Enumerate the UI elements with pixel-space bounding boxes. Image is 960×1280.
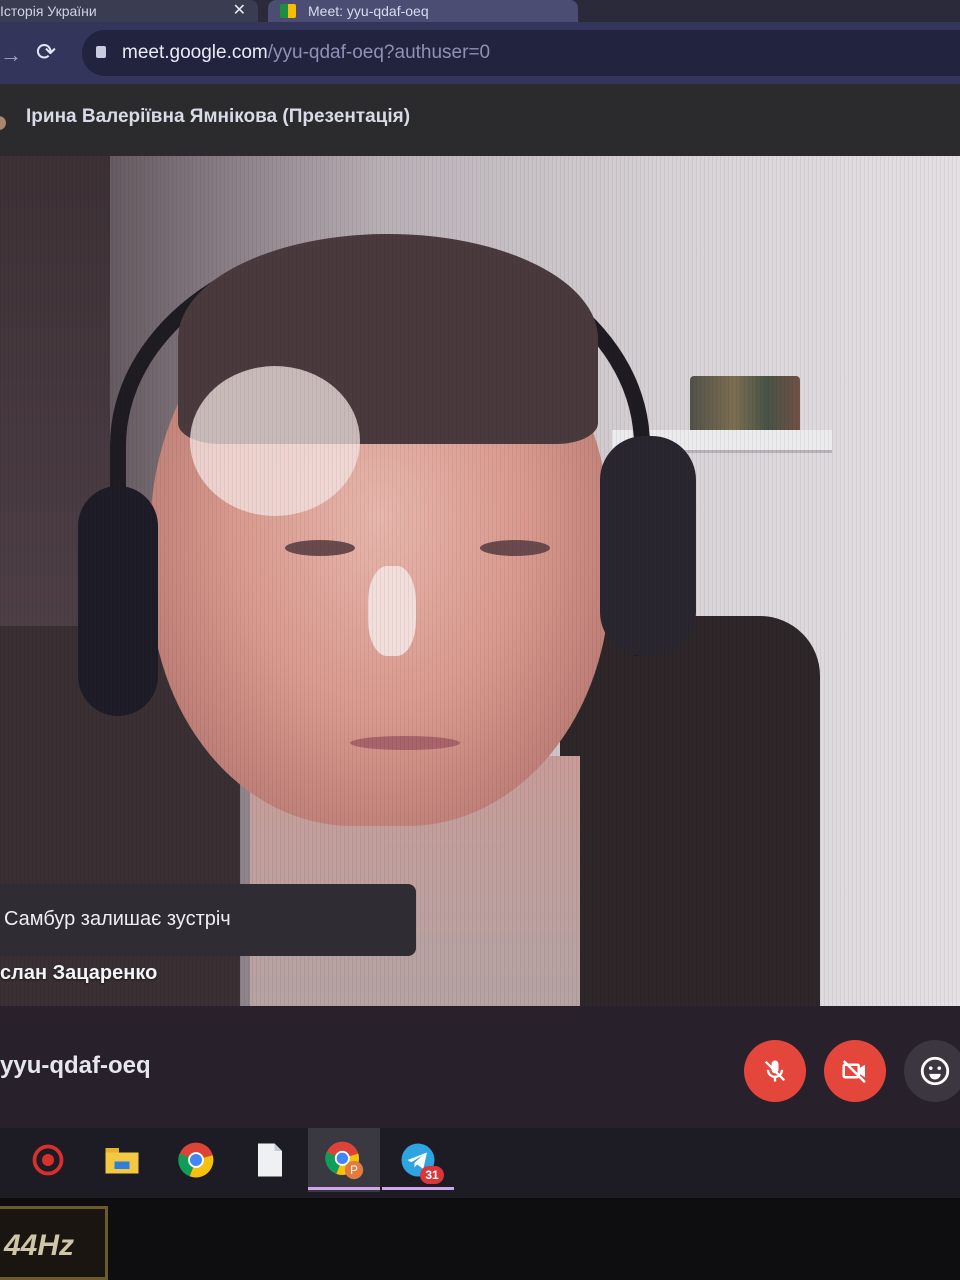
url-host: meet.google.com: [122, 42, 268, 63]
meet-favicon-icon: [280, 4, 296, 18]
emoji-icon: [920, 1056, 950, 1086]
monitor-bezel: [0, 1198, 960, 1280]
lock-icon[interactable]: [96, 46, 106, 58]
url-text: meet.google.com/yyu-qdaf-oeq?authuser=0: [122, 42, 490, 64]
camera-toggle-button[interactable]: [824, 1040, 886, 1102]
taskbar: P 31: [0, 1128, 960, 1198]
monitor-sticker: 44Hz: [0, 1206, 108, 1280]
telegram-badge: 31: [420, 1166, 444, 1184]
presenter-name[interactable]: Ірина Валеріївна Ямнікова (Презентація): [26, 106, 410, 128]
tab-close-icon[interactable]: ✕: [233, 0, 246, 20]
forward-icon[interactable]: →: [0, 42, 22, 68]
mic-toggle-button[interactable]: [744, 1040, 806, 1102]
chrome-icon: [178, 1142, 214, 1178]
participant-name-label: слан Зацаренко: [0, 962, 158, 984]
taskbar-item-document[interactable]: [234, 1128, 306, 1192]
presenter-header: Ірина Валеріївна Ямнікова (Презентація): [0, 84, 960, 156]
url-path: /yyu-qdaf-oeq?authuser=0: [267, 42, 491, 63]
leave-notification-toast: Самбур залишає зустріч: [0, 884, 416, 956]
browser-tab-strip: Історія України ✕ Meet: yyu-qdaf-oeq: [0, 0, 960, 22]
profile-letter: P: [350, 1164, 358, 1177]
active-indicator: [308, 1187, 380, 1190]
browser-toolbar: → ⟳ meet.google.com/yyu-qdaf-oeq?authuse…: [0, 22, 960, 84]
mic-off-icon: [764, 1060, 786, 1082]
tab-meet[interactable]: Meet: yyu-qdaf-oeq: [268, 0, 578, 22]
taskbar-item-telegram[interactable]: [382, 1128, 454, 1192]
reactions-button[interactable]: [904, 1040, 960, 1102]
document-icon: [258, 1143, 282, 1177]
reload-icon[interactable]: ⟳: [36, 38, 56, 67]
app-red-icon: [32, 1144, 64, 1176]
tab-meet-title: Meet: yyu-qdaf-oeq: [308, 3, 429, 19]
taskbar-item-chrome[interactable]: [160, 1128, 232, 1192]
running-indicator: [382, 1187, 454, 1190]
refresh-rate-label: 44Hz: [4, 1229, 75, 1262]
file-explorer-icon: [105, 1148, 139, 1174]
meet-control-bar: yyu-qdaf-oeq: [0, 1006, 960, 1128]
meeting-code: yyu-qdaf-oeq: [0, 1052, 151, 1079]
avatar: [0, 116, 6, 130]
videocam-off-icon: [842, 1060, 866, 1084]
tab-history[interactable]: Історія України ✕: [0, 0, 258, 22]
chrome-profile-icon: P: [325, 1141, 364, 1180]
taskbar-item-explorer[interactable]: [86, 1128, 158, 1192]
taskbar-item-chrome-profile[interactable]: P: [308, 1128, 380, 1192]
address-bar[interactable]: meet.google.com/yyu-qdaf-oeq?authuser=0: [82, 30, 960, 76]
tab-history-title: Історія України: [0, 3, 97, 19]
screen-moire-overlay: [0, 156, 960, 1006]
taskbar-item-app-red[interactable]: [12, 1128, 84, 1192]
toast-text: Самбур залишає зустріч: [4, 908, 231, 930]
participant-video[interactable]: Самбур залишає зустріч слан Зацаренко: [0, 156, 960, 1006]
